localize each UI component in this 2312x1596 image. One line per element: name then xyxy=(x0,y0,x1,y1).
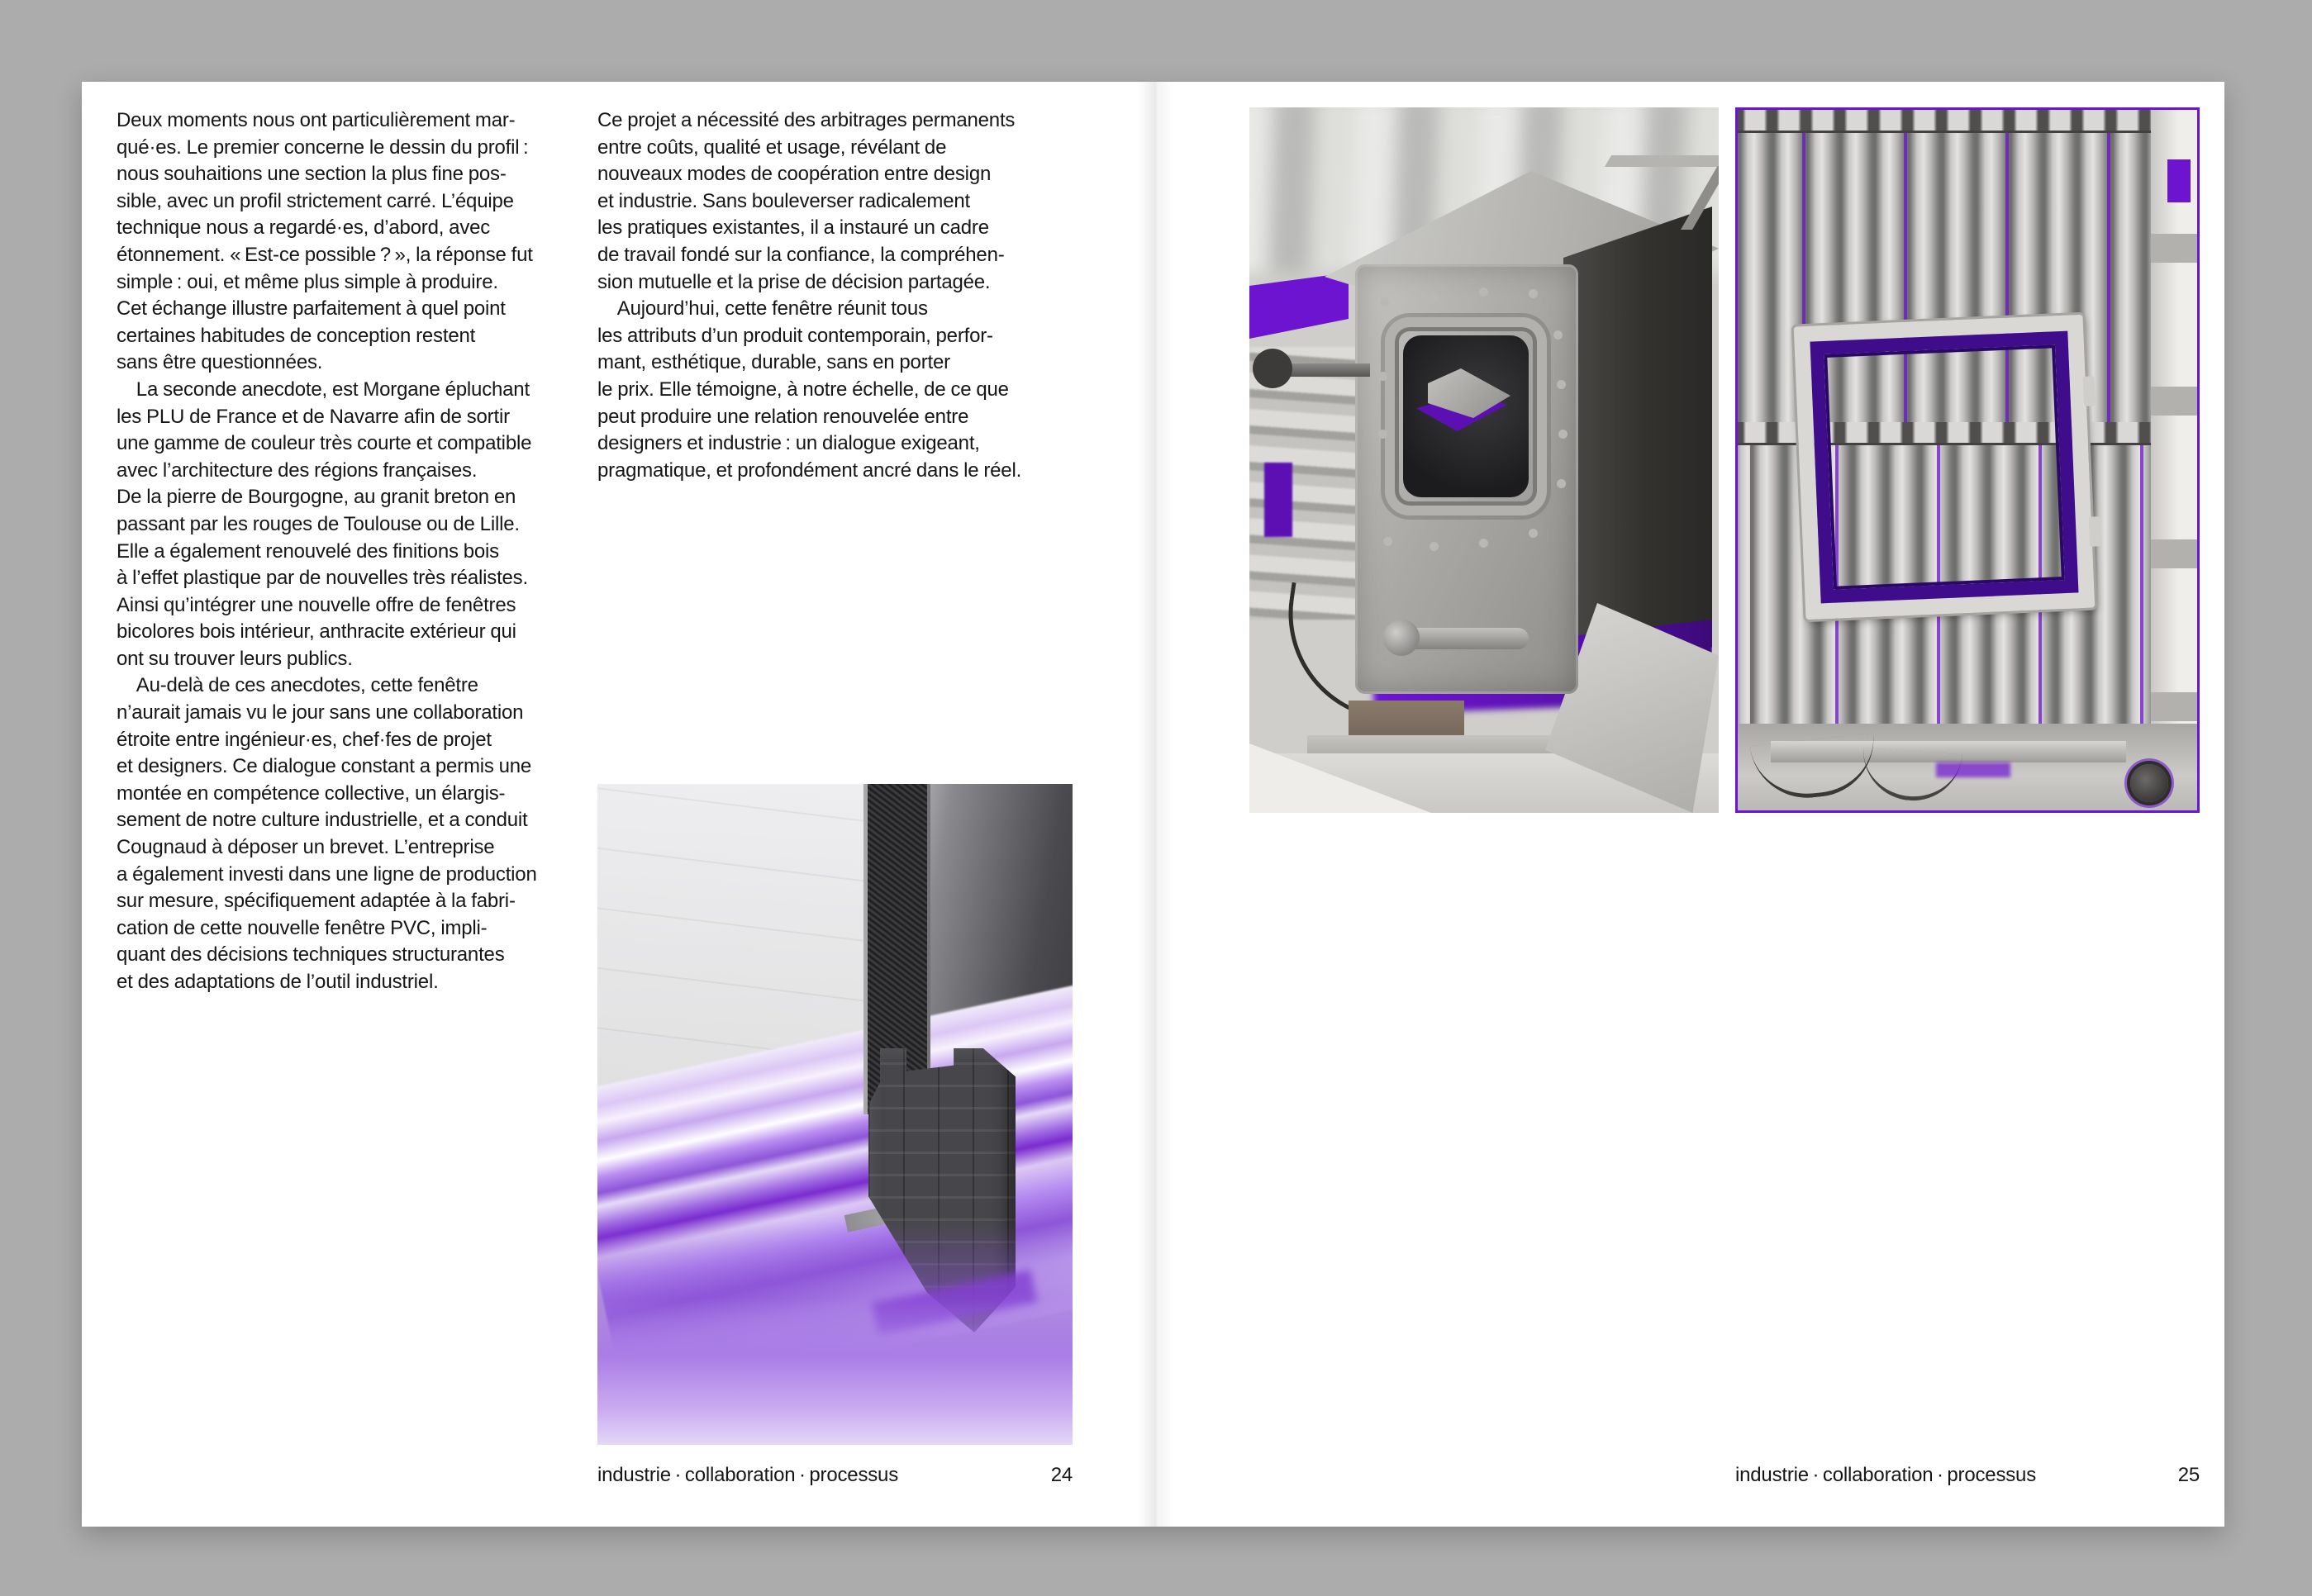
photo1-mold-cavity xyxy=(1403,335,1529,497)
photo1-purple-sliver xyxy=(1264,463,1292,537)
page-number: 25 xyxy=(2178,1464,2200,1487)
window-frame-on-rollers-photo xyxy=(1735,107,2200,813)
footer-right-page: industrie · collaboration · processus 25 xyxy=(1735,1464,2200,1487)
photo1-bolt-heads xyxy=(1380,297,1389,306)
photo2-rack-column xyxy=(2151,110,2197,739)
body-text-column-2: Ce projet a nécessité des arbitrages per… xyxy=(597,107,1082,484)
photo1-clamp-knob xyxy=(1253,349,1292,388)
magazine-spread: Deux moments nous ont particulièrement m… xyxy=(82,82,2224,1527)
photo1-handle-cap xyxy=(1383,620,1420,656)
spread-fold-shadow xyxy=(1139,82,1173,1527)
photo1-handle-bar xyxy=(1405,628,1529,649)
photo2-frame-hinge-bottom xyxy=(2089,516,2101,547)
photo2-cable xyxy=(1750,733,1879,803)
photo2-window-frame-purple-sash xyxy=(1810,331,2078,604)
footer-tags: industrie · collaboration · processus xyxy=(597,1464,898,1487)
photo2-trolley-wheel xyxy=(2130,764,2168,802)
photo1-purple-accent-left xyxy=(1249,273,1349,339)
photo2-window-frame xyxy=(1794,315,2096,620)
footer-left-page: industrie · collaboration · processus 24 xyxy=(597,1464,1073,1487)
mold-block-photo xyxy=(1249,107,1719,813)
photo2-base-purple-accent xyxy=(1936,762,2010,777)
book-spread-scan: Deux moments nous ont particulièrement m… xyxy=(0,0,2312,1596)
body-text-column-1: Deux moments nous ont particulièrement m… xyxy=(117,107,596,996)
footer-tags: industrie · collaboration · processus xyxy=(1735,1464,2036,1487)
photo2-frame-hinge-top xyxy=(2083,376,2096,406)
photo2-purple-accent-column xyxy=(2167,159,2191,202)
window-profile-render-image xyxy=(597,784,1073,1445)
render-bottom-purple-gradient xyxy=(597,1220,1073,1445)
photo1-mold-front-plate xyxy=(1355,264,1578,694)
page-number: 24 xyxy=(1051,1464,1073,1487)
photo2-roller-caps-top xyxy=(1738,110,2197,133)
photo2-machine-base xyxy=(1738,724,2197,810)
